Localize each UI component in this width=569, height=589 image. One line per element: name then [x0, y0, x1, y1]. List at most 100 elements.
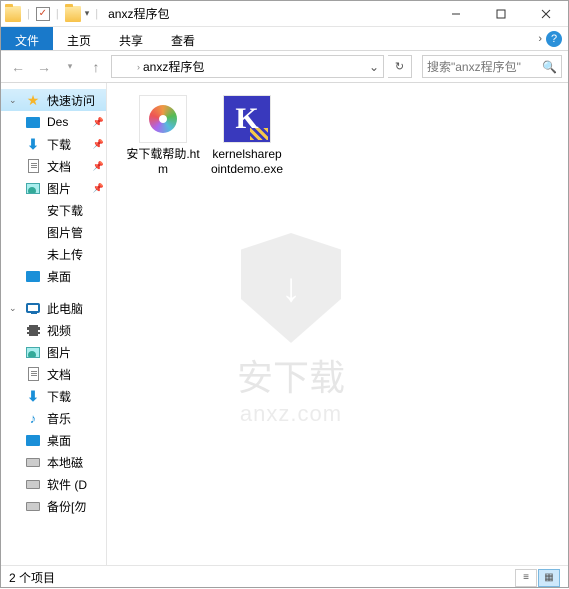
- down-icon: ⬇: [25, 388, 41, 404]
- folder-icon: [116, 60, 132, 74]
- sidebar-item[interactable]: 桌面: [1, 429, 106, 451]
- sidebar-item-label: 未上传: [47, 246, 83, 263]
- sidebar-item-label: 图片: [47, 180, 71, 197]
- sidebar-item-label: 图片: [47, 344, 71, 361]
- sidebar-item[interactable]: 图片管: [1, 221, 106, 243]
- watermark-text: 安下载: [237, 349, 345, 401]
- ribbon-tabs: 文件 主页 共享 查看 › ?: [1, 27, 568, 51]
- sidebar-item[interactable]: 备份[勿: [1, 495, 106, 517]
- view-toggles: ≡ ▦: [515, 569, 560, 587]
- chevron-right-icon[interactable]: ›: [137, 62, 140, 72]
- sidebar-item-label: 下载: [47, 136, 71, 153]
- drive-icon: [25, 498, 41, 514]
- pc-icon: [25, 300, 41, 316]
- minimize-button[interactable]: [433, 1, 478, 27]
- sidebar-item-label: 下载: [47, 388, 71, 405]
- doc-icon: [25, 158, 41, 174]
- close-button[interactable]: [523, 1, 568, 27]
- desktop-icon: [25, 268, 41, 284]
- ribbon-collapse[interactable]: › ?: [532, 27, 568, 50]
- pin-icon: 📌: [93, 139, 104, 150]
- sidebar-this-pc[interactable]: ⌄ 此电脑: [1, 297, 106, 319]
- folder-icon: [25, 224, 41, 240]
- qat-separator: |: [56, 8, 59, 20]
- collapse-icon[interactable]: ⌄: [9, 303, 19, 314]
- sidebar-item[interactable]: 图片: [1, 341, 106, 363]
- collapse-icon[interactable]: ⌄: [9, 95, 19, 106]
- up-button[interactable]: ↑: [85, 56, 107, 78]
- sidebar-item-label: 此电脑: [47, 300, 83, 317]
- qat-dropdown-icon[interactable]: ▾: [85, 8, 90, 19]
- refresh-button[interactable]: ↻: [388, 55, 412, 78]
- sidebar-item-label: 文档: [47, 158, 71, 175]
- down-icon: ⬇: [25, 136, 41, 152]
- back-button[interactable]: ←: [7, 56, 29, 78]
- file-name: 安下载帮助.htm: [125, 147, 201, 177]
- chevron-down-icon: ⌄: [369, 60, 379, 74]
- sidebar-item[interactable]: 软件 (D: [1, 473, 106, 495]
- recent-dropdown-icon[interactable]: ▾: [59, 56, 81, 78]
- sidebar-item[interactable]: ♪ 音乐: [1, 407, 106, 429]
- watermark: ↓ 安下载 anxz.com: [237, 233, 345, 427]
- htm-file-icon: [139, 95, 187, 143]
- window-title: anxz程序包: [108, 5, 169, 22]
- watermark-url: anxz.com: [237, 401, 345, 427]
- pin-icon: 📌: [93, 117, 104, 128]
- sidebar-item[interactable]: 桌面: [1, 265, 106, 287]
- file-item[interactable]: K kernelsharepointdemo.exe: [209, 95, 285, 177]
- star-icon: ★: [25, 92, 41, 108]
- pin-icon: 📌: [93, 161, 104, 172]
- sidebar-item[interactable]: 文档 📌: [1, 155, 106, 177]
- search-icon: 🔍: [542, 60, 557, 74]
- qat-separator: |: [27, 8, 30, 20]
- sidebar-item[interactable]: Des📌: [1, 111, 106, 133]
- titlebar: | ✓ | ▾ | anxz程序包: [1, 1, 568, 27]
- maximize-button[interactable]: [478, 1, 523, 27]
- tab-view[interactable]: 查看: [157, 27, 209, 50]
- file-item[interactable]: 安下载帮助.htm: [125, 95, 201, 177]
- sidebar-item[interactable]: 安下载: [1, 199, 106, 221]
- item-count: 2 个项目: [9, 569, 55, 586]
- tab-home[interactable]: 主页: [53, 27, 105, 50]
- address-dropdown[interactable]: ⌄: [369, 60, 379, 74]
- pic-icon: [25, 180, 41, 196]
- icons-view-button[interactable]: ▦: [538, 569, 560, 587]
- sidebar-item-label: 桌面: [47, 432, 71, 449]
- quick-access-toolbar: | ✓ | ▾ |: [5, 6, 102, 22]
- breadcrumb[interactable]: anxz程序包: [143, 58, 204, 75]
- folder-icon[interactable]: [65, 6, 81, 22]
- sidebar-item-label: 桌面: [47, 268, 71, 285]
- details-view-button[interactable]: ≡: [515, 569, 537, 587]
- pin-icon: 📌: [93, 183, 104, 194]
- sidebar-item-label: 备份[勿: [47, 498, 86, 515]
- sidebar-item-label: 视频: [47, 322, 71, 339]
- file-pane[interactable]: ↓ 安下载 anxz.com 安下载帮助.htm K kernelsharepo…: [107, 83, 568, 565]
- sidebar-item[interactable]: ⬇ 下载: [1, 385, 106, 407]
- address-bar[interactable]: › anxz程序包 ⌄: [111, 55, 384, 78]
- folder-icon: [25, 246, 41, 262]
- sidebar: ⌄ ★ 快速访问 Des📌 ⬇ 下载 📌 文档 📌 图片 📌 安下载 图片管: [1, 83, 107, 565]
- forward-button[interactable]: →: [33, 56, 55, 78]
- sidebar-item[interactable]: 本地磁: [1, 451, 106, 473]
- vid-icon: [25, 322, 41, 338]
- sidebar-item-label: 快速访问: [47, 92, 95, 109]
- sidebar-item-label: 软件 (D: [47, 476, 87, 493]
- sidebar-item[interactable]: 视频: [1, 319, 106, 341]
- sidebar-item[interactable]: 文档: [1, 363, 106, 385]
- sidebar-item-label: 本地磁: [47, 454, 83, 471]
- shield-icon: ↓: [241, 233, 341, 343]
- tab-file[interactable]: 文件: [1, 27, 53, 50]
- folder-icon: [25, 202, 41, 218]
- sidebar-item-label: 图片管: [47, 224, 83, 241]
- tab-share[interactable]: 共享: [105, 27, 157, 50]
- sidebar-item[interactable]: 未上传: [1, 243, 106, 265]
- checkbox-icon[interactable]: ✓: [36, 7, 50, 21]
- statusbar: 2 个项目 ≡ ▦: [1, 565, 568, 589]
- search-placeholder: 搜索"anxz程序包": [427, 58, 521, 75]
- search-input[interactable]: 搜索"anxz程序包" 🔍: [422, 55, 562, 78]
- sidebar-quick-access[interactable]: ⌄ ★ 快速访问: [1, 89, 106, 111]
- help-icon[interactable]: ?: [546, 31, 562, 47]
- desktop-icon: [25, 114, 41, 130]
- sidebar-item[interactable]: 图片 📌: [1, 177, 106, 199]
- sidebar-item[interactable]: ⬇ 下载 📌: [1, 133, 106, 155]
